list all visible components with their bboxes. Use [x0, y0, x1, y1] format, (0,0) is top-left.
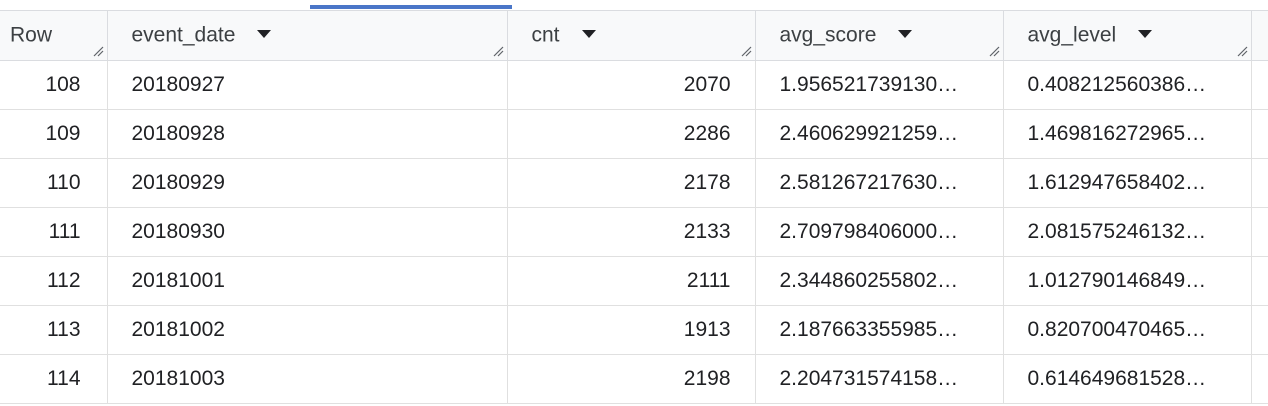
cell-event-date[interactable]: 20181003	[107, 354, 508, 404]
cell-avg-level[interactable]: 0.820700470465…	[1003, 305, 1252, 355]
row-number: 110	[0, 158, 108, 208]
cell-avg-score[interactable]: 1.956521739130…	[755, 60, 1004, 110]
cell-cnt[interactable]: 2198	[507, 354, 756, 404]
cell-avg-score[interactable]: 2.460629921259…	[755, 109, 1004, 159]
cell-event-date[interactable]: 20180930	[107, 207, 508, 257]
column-header-label: Row	[10, 23, 53, 47]
table-row[interactable]: 114 20181003 2198 2.204731574158… 0.6146…	[0, 354, 1268, 404]
active-tab-indicator	[310, 5, 512, 9]
cell-avg-score[interactable]: 2.204731574158…	[755, 354, 1004, 404]
cell-event-date[interactable]: 20181002	[107, 305, 508, 355]
row-gutter	[1251, 158, 1268, 208]
query-results-grid: Row event_date cnt avg_score avg_level 1…	[0, 0, 1268, 406]
cell-avg-level[interactable]: 1.612947658402…	[1003, 158, 1252, 208]
column-header-cnt[interactable]: cnt	[507, 10, 756, 61]
cell-event-date[interactable]: 20180927	[107, 60, 508, 110]
row-number: 111	[0, 207, 108, 257]
header-row: Row event_date cnt avg_score avg_level	[0, 10, 1268, 61]
resize-handle-icon[interactable]	[740, 45, 752, 57]
table-row[interactable]: 109 20180928 2286 2.460629921259… 1.4698…	[0, 109, 1268, 159]
table-row[interactable]: 110 20180929 2178 2.581267217630… 1.6129…	[0, 158, 1268, 208]
caret-down-icon[interactable]	[1138, 29, 1153, 38]
table-row[interactable]: 108 20180927 2070 1.956521739130… 0.4082…	[0, 60, 1268, 110]
column-header-avg-score[interactable]: avg_score	[755, 10, 1004, 61]
resize-handle-icon[interactable]	[988, 45, 1000, 57]
cell-avg-level[interactable]: 1.469816272965…	[1003, 109, 1252, 159]
cell-cnt[interactable]: 2070	[507, 60, 756, 110]
cell-avg-level[interactable]: 0.614649681528…	[1003, 354, 1252, 404]
resize-handle-icon[interactable]	[92, 45, 104, 57]
cell-avg-score[interactable]: 2.344860255802…	[755, 256, 1004, 306]
cell-avg-score[interactable]: 2.709798406000…	[755, 207, 1004, 257]
row-gutter	[1251, 256, 1268, 306]
column-header-label: cnt	[531, 23, 560, 47]
cell-avg-level[interactable]: 1.012790146849…	[1003, 256, 1252, 306]
table-row[interactable]: 112 20181001 2111 2.344860255802… 1.0127…	[0, 256, 1268, 306]
resize-handle-icon[interactable]	[492, 45, 504, 57]
cell-avg-level[interactable]: 2.081575246132…	[1003, 207, 1252, 257]
column-header-event-date[interactable]: event_date	[107, 10, 508, 61]
row-gutter	[1251, 354, 1268, 404]
table-row[interactable]: 113 20181002 1913 2.187663355985… 0.8207…	[0, 305, 1268, 355]
row-number: 112	[0, 256, 108, 306]
cell-cnt[interactable]: 2111	[507, 256, 756, 306]
cell-cnt[interactable]: 2286	[507, 109, 756, 159]
column-header-label: event_date	[131, 23, 236, 47]
resize-handle-icon[interactable]	[1236, 45, 1248, 57]
cell-avg-score[interactable]: 2.581267217630…	[755, 158, 1004, 208]
row-number: 113	[0, 305, 108, 355]
cell-event-date[interactable]: 20180929	[107, 158, 508, 208]
cell-cnt[interactable]: 1913	[507, 305, 756, 355]
row-number: 114	[0, 354, 108, 404]
column-header-label: avg_level	[1027, 23, 1117, 47]
cell-cnt[interactable]: 2178	[507, 158, 756, 208]
cell-avg-score[interactable]: 2.187663355985…	[755, 305, 1004, 355]
row-number: 109	[0, 109, 108, 159]
cell-event-date[interactable]: 20181001	[107, 256, 508, 306]
row-number: 108	[0, 60, 108, 110]
header-gutter	[1251, 10, 1268, 61]
row-gutter	[1251, 109, 1268, 159]
results-table: Row event_date cnt avg_score avg_level 1…	[0, 10, 1268, 404]
row-gutter	[1251, 207, 1268, 257]
column-header-avg-level[interactable]: avg_level	[1003, 10, 1252, 61]
column-header-label: avg_score	[779, 23, 877, 47]
row-gutter	[1251, 305, 1268, 355]
row-gutter	[1251, 60, 1268, 110]
column-header-row: Row	[0, 10, 108, 61]
caret-down-icon[interactable]	[257, 29, 272, 38]
caret-down-icon[interactable]	[581, 29, 596, 38]
cell-event-date[interactable]: 20180928	[107, 109, 508, 159]
caret-down-icon[interactable]	[898, 29, 913, 38]
cell-avg-level[interactable]: 0.408212560386…	[1003, 60, 1252, 110]
cell-cnt[interactable]: 2133	[507, 207, 756, 257]
table-row[interactable]: 111 20180930 2133 2.709798406000… 2.0815…	[0, 207, 1268, 257]
